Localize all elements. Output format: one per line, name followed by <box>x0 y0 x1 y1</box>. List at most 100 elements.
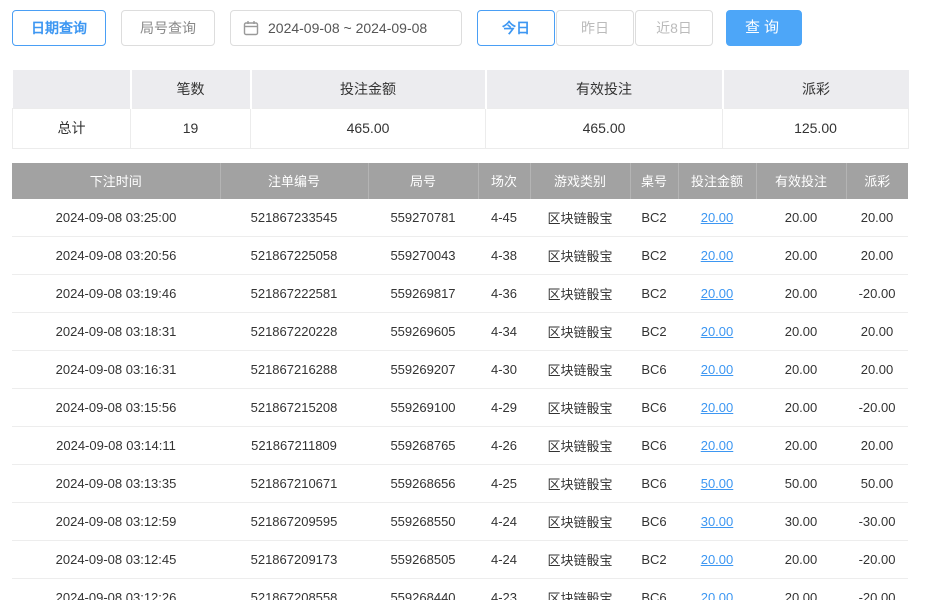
table-no-cell: BC6 <box>630 427 678 465</box>
valid-bet-cell: 20.00 <box>756 199 846 237</box>
round-id-cell: 559269207 <box>368 351 478 389</box>
game-type-cell: 区块链骰宝 <box>530 313 630 351</box>
game-type-cell: 区块链骰宝 <box>530 465 630 503</box>
bet-amount-link[interactable]: 20.00 <box>701 552 734 567</box>
bet-id-cell: 521867220228 <box>220 313 368 351</box>
bet-amount-cell: 20.00 <box>678 313 756 351</box>
col-header-session: 场次 <box>478 163 530 199</box>
session-cell: 4-45 <box>478 199 530 237</box>
payout-cell: -20.00 <box>846 541 908 579</box>
bet-id-cell: 521867209173 <box>220 541 368 579</box>
col-header-bet-time: 下注时间 <box>12 163 220 199</box>
last-8-days-button[interactable]: 近8日 <box>635 10 713 46</box>
bet-amount-link[interactable]: 20.00 <box>701 362 734 377</box>
calendar-icon <box>243 20 259 36</box>
search-button[interactable]: 查询 <box>726 10 802 46</box>
summary-header-row: 笔数 投注金额 有效投注 派彩 <box>13 70 909 108</box>
round-query-tab-button[interactable]: 局号查询 <box>121 10 215 46</box>
game-type-cell: 区块链骰宝 <box>530 237 630 275</box>
bet-time-cell: 2024-09-08 03:15:56 <box>12 389 220 427</box>
round-id-cell: 559268550 <box>368 503 478 541</box>
bet-id-cell: 521867225058 <box>220 237 368 275</box>
toolbar: 日期查询 局号查询 2024-09-08 ~ 2024-09-08 今日 昨日 … <box>0 0 945 46</box>
round-id-cell: 559269817 <box>368 275 478 313</box>
table-row: 2024-09-08 03:19:46521867222581559269817… <box>12 275 908 313</box>
session-cell: 4-30 <box>478 351 530 389</box>
bet-time-cell: 2024-09-08 03:12:26 <box>12 579 220 600</box>
today-button[interactable]: 今日 <box>477 10 555 46</box>
valid-bet-cell: 20.00 <box>756 275 846 313</box>
summary-table: 笔数 投注金额 有效投注 派彩 总计 19 465.00 465.00 125.… <box>12 70 909 149</box>
quick-range-group: 今日 昨日 近8日 <box>477 10 713 46</box>
bet-amount-link[interactable]: 20.00 <box>701 400 734 415</box>
round-id-cell: 559268765 <box>368 427 478 465</box>
payout-cell: 20.00 <box>846 199 908 237</box>
bet-amount-link[interactable]: 30.00 <box>701 514 734 529</box>
date-range-picker[interactable]: 2024-09-08 ~ 2024-09-08 <box>230 10 462 46</box>
round-id-cell: 559268440 <box>368 579 478 600</box>
bet-amount-cell: 20.00 <box>678 199 756 237</box>
bet-amount-link[interactable]: 20.00 <box>701 438 734 453</box>
payout-cell: -20.00 <box>846 389 908 427</box>
bet-id-cell: 521867208558 <box>220 579 368 600</box>
bet-id-cell: 521867215208 <box>220 389 368 427</box>
round-id-cell: 559268505 <box>368 541 478 579</box>
bet-amount-cell: 20.00 <box>678 579 756 600</box>
table-row: 2024-09-08 03:18:31521867220228559269605… <box>12 313 908 351</box>
summary-col-valid-bet: 有效投注 <box>486 70 723 108</box>
game-type-cell: 区块链骰宝 <box>530 389 630 427</box>
table-row: 2024-09-08 03:14:11521867211809559268765… <box>12 427 908 465</box>
bet-time-cell: 2024-09-08 03:16:31 <box>12 351 220 389</box>
summary-total-payout: 125.00 <box>723 108 909 148</box>
table-row: 2024-09-08 03:12:26521867208558559268440… <box>12 579 908 600</box>
bet-time-cell: 2024-09-08 03:12:59 <box>12 503 220 541</box>
table-no-cell: BC6 <box>630 389 678 427</box>
bet-id-cell: 521867210671 <box>220 465 368 503</box>
bet-id-cell: 521867233545 <box>220 199 368 237</box>
session-cell: 4-25 <box>478 465 530 503</box>
table-row: 2024-09-08 03:12:45521867209173559268505… <box>12 541 908 579</box>
game-type-cell: 区块链骰宝 <box>530 199 630 237</box>
bet-time-cell: 2024-09-08 03:13:35 <box>12 465 220 503</box>
bet-amount-link[interactable]: 20.00 <box>701 248 734 263</box>
bet-amount-link[interactable]: 20.00 <box>701 324 734 339</box>
summary-total-label: 总计 <box>13 108 131 148</box>
bet-time-cell: 2024-09-08 03:18:31 <box>12 313 220 351</box>
col-header-round-id: 局号 <box>368 163 478 199</box>
bet-time-cell: 2024-09-08 03:25:00 <box>12 199 220 237</box>
summary-total-valid-bet: 465.00 <box>486 108 723 148</box>
table-no-cell: BC6 <box>630 351 678 389</box>
game-type-cell: 区块链骰宝 <box>530 275 630 313</box>
bet-amount-link[interactable]: 20.00 <box>701 286 734 301</box>
date-query-tab-button[interactable]: 日期查询 <box>12 10 106 46</box>
bet-amount-link[interactable]: 20.00 <box>701 590 734 600</box>
valid-bet-cell: 20.00 <box>756 351 846 389</box>
session-cell: 4-23 <box>478 579 530 600</box>
session-cell: 4-24 <box>478 541 530 579</box>
bet-amount-link[interactable]: 50.00 <box>701 476 734 491</box>
session-cell: 4-36 <box>478 275 530 313</box>
summary-col-bet-amount: 投注金额 <box>251 70 486 108</box>
bet-amount-cell: 20.00 <box>678 237 756 275</box>
bet-amount-cell: 50.00 <box>678 465 756 503</box>
table-row: 2024-09-08 03:12:59521867209595559268550… <box>12 503 908 541</box>
bet-amount-cell: 30.00 <box>678 503 756 541</box>
round-id-cell: 559270781 <box>368 199 478 237</box>
session-cell: 4-26 <box>478 427 530 465</box>
records-body: 2024-09-08 03:25:00521867233545559270781… <box>12 199 908 600</box>
valid-bet-cell: 20.00 <box>756 237 846 275</box>
table-row: 2024-09-08 03:16:31521867216288559269207… <box>12 351 908 389</box>
session-cell: 4-24 <box>478 503 530 541</box>
bet-id-cell: 521867216288 <box>220 351 368 389</box>
bet-amount-cell: 20.00 <box>678 389 756 427</box>
col-header-table-no: 桌号 <box>630 163 678 199</box>
session-cell: 4-29 <box>478 389 530 427</box>
bet-id-cell: 521867222581 <box>220 275 368 313</box>
bet-amount-cell: 20.00 <box>678 351 756 389</box>
bet-amount-link[interactable]: 20.00 <box>701 210 734 225</box>
summary-total-count: 19 <box>131 108 251 148</box>
payout-cell: 20.00 <box>846 427 908 465</box>
game-type-cell: 区块链骰宝 <box>530 541 630 579</box>
summary-total-row: 总计 19 465.00 465.00 125.00 <box>13 108 909 148</box>
yesterday-button[interactable]: 昨日 <box>556 10 634 46</box>
